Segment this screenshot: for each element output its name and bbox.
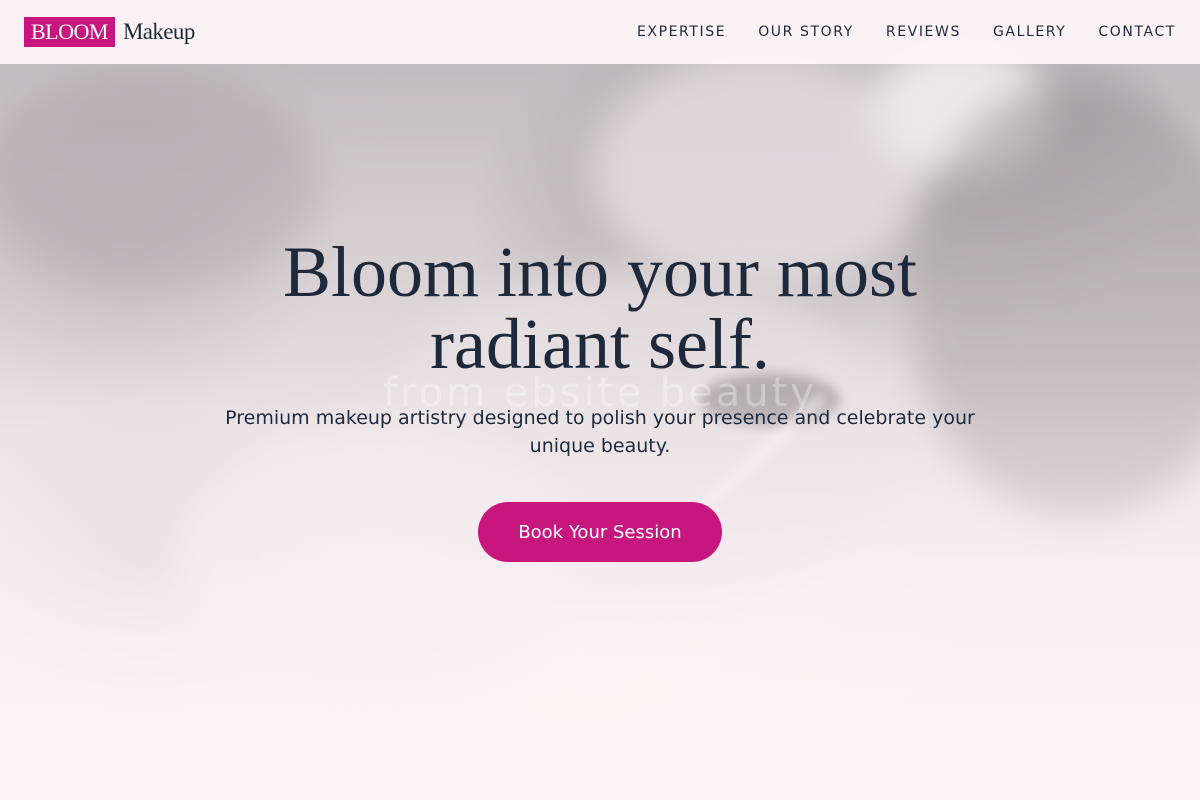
hero-subtitle: Premium makeup artistry designed to poli… bbox=[225, 407, 975, 457]
brand-logo[interactable]: BLOOM Makeup bbox=[24, 17, 195, 47]
hero-title: Bloom into your most radiant self. bbox=[282, 232, 918, 384]
nav-link-expertise[interactable]: EXPERTISE bbox=[637, 24, 726, 40]
logo-badge: BLOOM bbox=[24, 17, 115, 47]
nav-link-our-story[interactable]: OUR STORY bbox=[758, 24, 854, 40]
book-session-button[interactable]: Book Your Session bbox=[478, 502, 722, 562]
logo-wordmark: Makeup bbox=[122, 19, 195, 44]
nav-link-reviews[interactable]: REVIEWS bbox=[886, 24, 961, 40]
top-navbar: BLOOM Makeup EXPERTISE OUR STORY REVIEWS… bbox=[0, 0, 1200, 64]
nav-link-gallery[interactable]: GALLERY bbox=[993, 24, 1066, 40]
main-nav: EXPERTISE OUR STORY REVIEWS GALLERY CONT… bbox=[637, 24, 1176, 40]
hero-section: Bloom into your most radiant self. from … bbox=[0, 64, 1200, 800]
nav-link-contact[interactable]: CONTACT bbox=[1098, 24, 1176, 40]
